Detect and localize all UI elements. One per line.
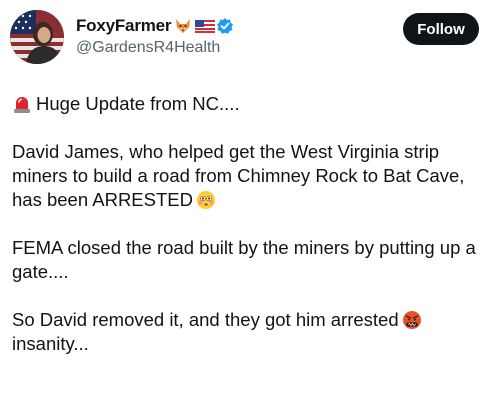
cursing-face-icon — [402, 310, 422, 330]
author-handle[interactable]: @GardensR4Health — [76, 39, 220, 57]
paragraph-2-text: FEMA closed the road built by the miners… — [12, 237, 476, 282]
paragraph-3: So David removed it, and they got him ar… — [12, 308, 490, 356]
avatar[interactable] — [10, 10, 64, 64]
fox-icon — [174, 17, 192, 35]
paragraph-2: FEMA closed the road built by the miners… — [12, 236, 490, 284]
paragraph-3-end-text: insanity... — [12, 333, 89, 354]
paragraph-1-text: David James, who helped get the West Vir… — [12, 141, 465, 210]
author-name-row[interactable]: FoxyFarmer — [76, 14, 234, 38]
us-flag-icon — [195, 17, 216, 35]
flushed-face-icon — [196, 190, 216, 210]
display-name[interactable]: FoxyFarmer — [76, 16, 172, 36]
follow-button[interactable]: Follow — [403, 13, 479, 45]
siren-icon — [12, 94, 32, 114]
headline-text: Huge Update from NC.... — [36, 93, 240, 114]
post-card: FoxyFarmer @GardensR4Health Follow Huge … — [0, 0, 500, 418]
post-text: Huge Update from NC.... David James, who… — [12, 92, 490, 380]
paragraph-3-text: So David removed it, and they got him ar… — [12, 309, 399, 330]
headline-row: Huge Update from NC.... — [12, 92, 490, 116]
paragraph-1: David James, who helped get the West Vir… — [12, 140, 490, 212]
verified-badge-icon — [216, 17, 234, 35]
